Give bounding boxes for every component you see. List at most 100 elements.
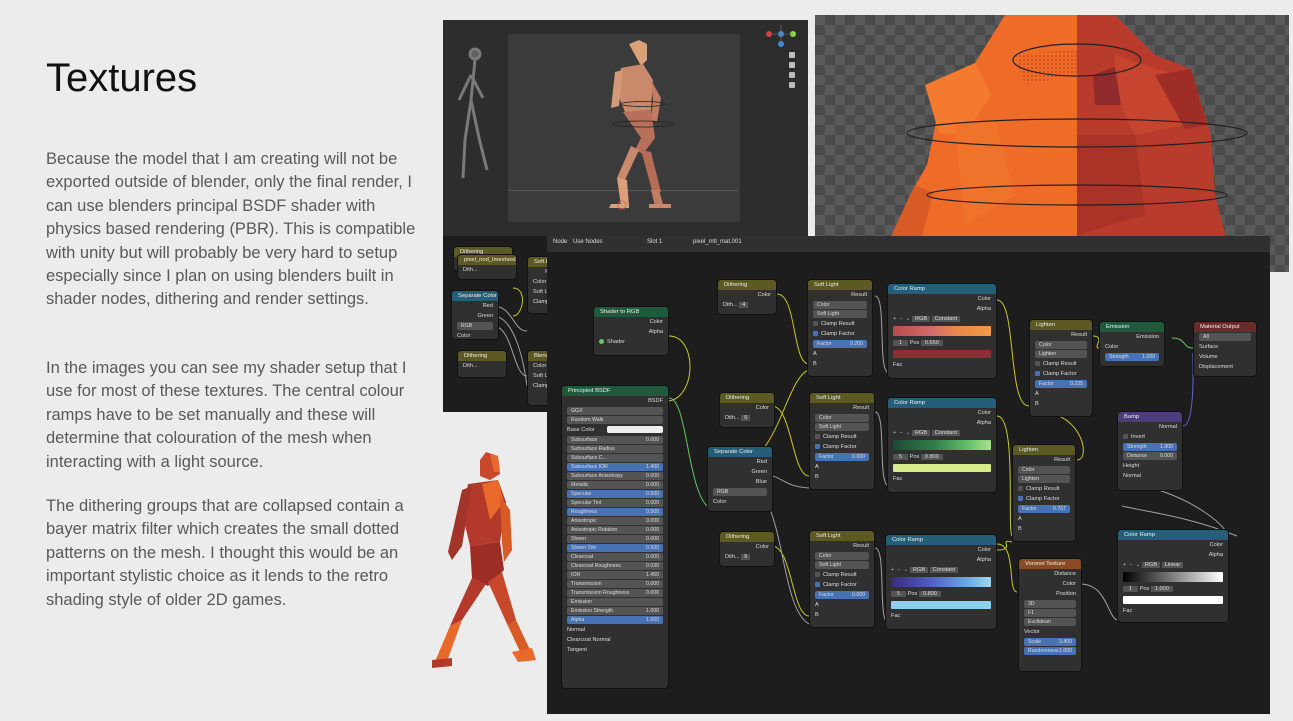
ramp-2-mode[interactable]: RGB — [912, 430, 931, 436]
node-separate-color[interactable]: Separate Color Red Green Blue RGB Color — [707, 446, 773, 512]
soft-light-3-blend[interactable]: Soft Light — [815, 561, 869, 569]
ramp-4-gradient[interactable] — [1123, 572, 1223, 582]
ramp-3-index[interactable]: 5 — [891, 591, 907, 597]
soft-light-1-data-type[interactable]: Color — [813, 301, 867, 309]
bump-strength[interactable]: Strength 1.000 — [1123, 443, 1177, 451]
node-soft-light-1[interactable]: Soft Light Result Color Soft Light Clamp… — [807, 279, 873, 377]
principled-field[interactable]: Transmission Roughness 0.000 — [567, 589, 663, 597]
small-node-material[interactable]: pixel_nod_Imeshes01 Dith... — [457, 254, 517, 280]
principled-field[interactable]: Anisotropic Rotation 0.000 — [567, 526, 663, 534]
ramp-2-index[interactable]: 5 — [893, 454, 909, 460]
output-target-dropdown[interactable]: All — [1199, 333, 1251, 341]
principled-field[interactable]: IOR 1.450 — [567, 571, 663, 579]
voronoi-dimension[interactable]: 3D — [1024, 600, 1076, 608]
node-soft-light-2[interactable]: Soft Light Result Color Soft Light Clamp… — [809, 392, 875, 490]
separate-mode-dropdown[interactable]: RGB — [713, 488, 767, 496]
ramp-1-mode[interactable]: RGB — [912, 316, 931, 322]
voronoi-randomness[interactable]: Randomness 1.000 — [1024, 647, 1076, 655]
ramp-1-swatch[interactable] — [893, 350, 991, 358]
principled-field[interactable]: Transmission 0.000 — [567, 580, 663, 588]
principled-field[interactable]: Clearcoat 0.000 — [567, 553, 663, 561]
distribution-dropdown[interactable]: GGX — [567, 407, 663, 415]
clamp-result-checkbox[interactable] — [815, 434, 820, 440]
node-soft-light-3[interactable]: Soft Light Result Color Soft Light Clamp… — [809, 530, 875, 628]
soft-light-1-factor[interactable]: Factor 0.200 — [813, 340, 867, 348]
bump-distance[interactable]: Distance 0.000 — [1123, 452, 1177, 460]
ramp-1-gradient[interactable] — [893, 326, 991, 336]
ramp-4-swatch[interactable] — [1123, 596, 1223, 604]
clamp-factor-checkbox[interactable] — [1018, 496, 1023, 502]
node-dithering-1[interactable]: Dithering Color Dith... 4 — [717, 279, 777, 315]
ramp-2-pos[interactable]: 0.800 — [920, 454, 943, 460]
ramp-3-gradient[interactable] — [891, 577, 991, 587]
node-dithering-2[interactable]: Dithering Color Dith... 6 — [719, 392, 775, 428]
ramp-3-mode[interactable]: RGB — [910, 567, 929, 573]
principled-field[interactable]: Subsurface Anisotropy 0.000 — [567, 472, 663, 480]
soft-light-1-blend[interactable]: Soft Light — [813, 310, 867, 318]
principled-field[interactable]: Anisotropic 0.000 — [567, 517, 663, 525]
principled-field[interactable]: Subsurface IOR 1.400 — [567, 463, 663, 471]
lighten-1-blend[interactable]: Lighten — [1035, 350, 1087, 358]
clamp-factor-checkbox[interactable] — [815, 444, 820, 450]
emission-strength[interactable]: Strength 1.000 — [1105, 353, 1159, 361]
dithering-2-value[interactable]: 6 — [741, 415, 751, 421]
node-principled-bsdf[interactable]: Principled BSDF BSDF GGX Random Walk Bas… — [561, 385, 669, 689]
node-color-ramp-2[interactable]: Color Ramp Color Alpha + − ⌄ RGB Constan… — [887, 397, 997, 493]
ramp-4-pos[interactable]: 1.000 — [1150, 586, 1173, 592]
ramp-4-interp[interactable]: Linear — [1161, 562, 1184, 568]
ramp-2-interp[interactable]: Constant — [931, 430, 961, 436]
soft-light-2-factor[interactable]: Factor 0.000 — [815, 453, 869, 461]
node-bump[interactable]: Bump Normal Invert Strength 1.000 Distanc… — [1117, 411, 1183, 491]
lighten-2-data-type[interactable]: Color — [1018, 466, 1070, 474]
principled-field[interactable]: Subsurface C... — [567, 454, 663, 462]
principled-field[interactable]: Emission — [567, 598, 663, 606]
soft-light-2-blend[interactable]: Soft Light — [815, 423, 869, 431]
principled-field[interactable]: Subsurface Radius — [567, 445, 663, 453]
principled-field[interactable]: Subsurface 0.000 — [567, 436, 663, 444]
small-node-separate-color[interactable]: Separate Color Red Green RGB Color — [451, 290, 499, 340]
invert-checkbox[interactable] — [1123, 434, 1128, 440]
voronoi-scale[interactable]: Scale 3.400 — [1024, 638, 1076, 646]
node-material-output[interactable]: Material Output All Surface Volume Displ… — [1193, 321, 1257, 377]
dithering-3-value[interactable]: 6 — [741, 554, 751, 560]
clamp-factor-checkbox[interactable] — [1035, 371, 1040, 377]
node-color-ramp-1[interactable]: Color Ramp Color Alpha + − ⌄ RGB Constan… — [887, 283, 997, 379]
clamp-factor-checkbox[interactable] — [813, 331, 818, 337]
node-color-ramp-4[interactable]: Color Ramp Color Alpha + − ⌄ RGB Linear … — [1117, 529, 1229, 623]
principled-field[interactable]: Specular 0.500 — [567, 490, 663, 498]
ramp-3-swatch[interactable] — [891, 601, 991, 609]
lighten-2-blend[interactable]: Lighten — [1018, 475, 1070, 483]
principled-field[interactable]: Roughness 0.500 — [567, 508, 663, 516]
clamp-result-checkbox[interactable] — [1035, 361, 1040, 367]
clamp-result-checkbox[interactable] — [815, 572, 820, 578]
lighten-1-data-type[interactable]: Color — [1035, 341, 1087, 349]
node-color-ramp-3[interactable]: Color Ramp Color Alpha + − ⌄ RGB Constan… — [885, 534, 997, 630]
soft-light-3-factor[interactable]: Factor 0.000 — [815, 591, 869, 599]
node-voronoi-texture[interactable]: Voronoi Texture Distance Color Position … — [1018, 558, 1082, 672]
principled-field[interactable]: Clearcoat Roughness 0.030 — [567, 562, 663, 570]
dithering-1-value[interactable]: 4 — [739, 302, 749, 308]
principled-field[interactable]: Sheen Tint 0.500 — [567, 544, 663, 552]
principled-field[interactable]: Sheen 0.000 — [567, 535, 663, 543]
principled-field[interactable]: Alpha 1.000 — [567, 616, 663, 624]
ramp-2-gradient[interactable] — [893, 440, 991, 450]
ramp-1-interp[interactable]: Constant — [931, 316, 961, 322]
node-emission[interactable]: Emission Emission Color Strength 1.000 — [1099, 321, 1165, 367]
principled-field[interactable]: Metallic 0.000 — [567, 481, 663, 489]
soft-light-2-data-type[interactable]: Color — [815, 414, 869, 422]
base-color-swatch[interactable] — [607, 426, 663, 433]
node-lighten-2[interactable]: Lighten Result Color Lighten Clamp Resul… — [1012, 444, 1076, 542]
principled-field[interactable]: Specular Tint 0.000 — [567, 499, 663, 507]
voronoi-metric[interactable]: Euclidean — [1024, 618, 1076, 626]
small-node-dithering-2[interactable]: Dithering Dith... — [457, 350, 507, 378]
lighten-1-factor[interactable]: Factor 0.225 — [1035, 380, 1087, 388]
ramp-4-mode[interactable]: RGB — [1142, 562, 1161, 568]
ramp-1-pos[interactable]: 0.650 — [920, 340, 943, 346]
node-lighten-1[interactable]: Lighten Result Color Lighten Clamp Resul… — [1029, 319, 1093, 417]
ramp-3-pos[interactable]: 0.800 — [918, 591, 941, 597]
lighten-2-factor[interactable]: Factor 0.767 — [1018, 505, 1070, 513]
subsurface-method-dropdown[interactable]: Random Walk — [567, 416, 663, 424]
ramp-3-interp[interactable]: Constant — [929, 567, 959, 573]
ramp-4-index[interactable]: 1 — [1123, 586, 1139, 592]
ramp-1-index[interactable]: 1 — [893, 340, 909, 346]
